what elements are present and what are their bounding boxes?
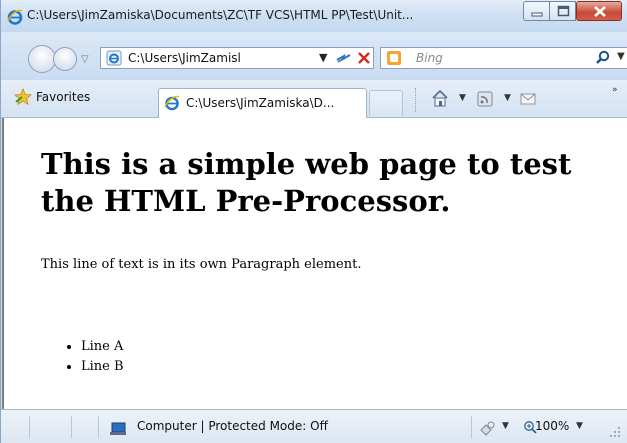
status-bar: Computer | Protected Mode: Off ▼ 100% ▼ [1, 409, 627, 443]
feeds-icon[interactable] [477, 88, 493, 108]
favorites-label: Favorites [36, 90, 91, 104]
tab-label: C:\Users\JimZamiska\D... [186, 96, 335, 110]
new-tab-button[interactable] [369, 90, 403, 116]
toolbar-separator [415, 88, 417, 112]
status-divider [98, 416, 99, 438]
more-commands-chevron[interactable]: » [612, 85, 618, 95]
internet-explorer-icon [7, 9, 23, 25]
minimize-button[interactable] [523, 1, 550, 21]
list-item: Line A [81, 337, 124, 357]
maximize-button[interactable] [549, 1, 576, 21]
back-button[interactable] [28, 45, 56, 73]
internet-explorer-icon [164, 95, 180, 111]
home-dropdown[interactable]: ▼ [459, 93, 466, 103]
read-mail-icon[interactable] [519, 88, 537, 108]
favorites-star-icon [14, 88, 32, 106]
page-icon [106, 50, 122, 66]
addons-dropdown[interactable]: ▼ [502, 421, 509, 431]
compatibility-view-icon[interactable] [334, 48, 354, 68]
tab-current-page[interactable]: C:\Users\JimZamiska\D... [158, 88, 367, 118]
status-divider [29, 416, 30, 438]
page-paragraph: This line of text is in its own Paragrap… [41, 257, 362, 272]
search-icon[interactable] [594, 49, 612, 67]
zoom-level[interactable]: 100% [535, 419, 569, 433]
status-divider [471, 416, 472, 438]
page-content: This is a simple web page to test the HT… [2, 118, 627, 409]
address-bar[interactable]: C:\Users\JimZamisl ▼ [100, 47, 374, 69]
search-input[interactable]: Bing [416, 51, 443, 65]
navigation-bar: ▽ C:\Users\JimZamisl ▼ Bing ▼ [1, 32, 627, 80]
addons-icon[interactable] [479, 420, 497, 436]
zoom-dropdown[interactable]: ▼ [576, 421, 583, 431]
resize-grip-icon[interactable] [609, 426, 621, 438]
forward-button[interactable] [53, 47, 77, 71]
recent-pages-dropdown[interactable]: ▽ [81, 54, 89, 65]
bing-icon [387, 51, 401, 65]
title-bar[interactable]: C:\Users\JimZamiska\Documents\ZC\TF VCS\… [1, 0, 627, 32]
stop-icon[interactable] [355, 49, 373, 67]
computer-zone-icon [110, 422, 126, 435]
status-divider [71, 416, 72, 438]
favorites-bar: Favorites C:\Users\JimZamiska\D... ▼ ▼ » [1, 80, 627, 118]
search-options-dropdown[interactable]: ▼ [617, 51, 625, 62]
minimize-icon [531, 12, 543, 17]
close-icon [594, 6, 606, 17]
page-heading: This is a simple web page to test the HT… [41, 147, 572, 218]
window-title: C:\Users\JimZamiska\Documents\ZC\TF VCS\… [27, 8, 414, 22]
maximize-icon [557, 5, 570, 17]
home-icon[interactable] [431, 88, 449, 108]
list-item: Line B [81, 357, 124, 377]
close-button[interactable] [576, 1, 622, 21]
feeds-dropdown[interactable]: ▼ [504, 93, 511, 103]
search-box[interactable]: Bing ▼ [380, 47, 627, 69]
browser-window: C:\Users\JimZamiska\Documents\ZC\TF VCS\… [0, 0, 627, 443]
address-input[interactable]: C:\Users\JimZamisl [128, 51, 241, 65]
bullet-list: Line A Line B [41, 337, 124, 377]
security-zone-text[interactable]: Computer | Protected Mode: Off [137, 419, 328, 433]
address-dropdown[interactable]: ▼ [319, 51, 327, 64]
